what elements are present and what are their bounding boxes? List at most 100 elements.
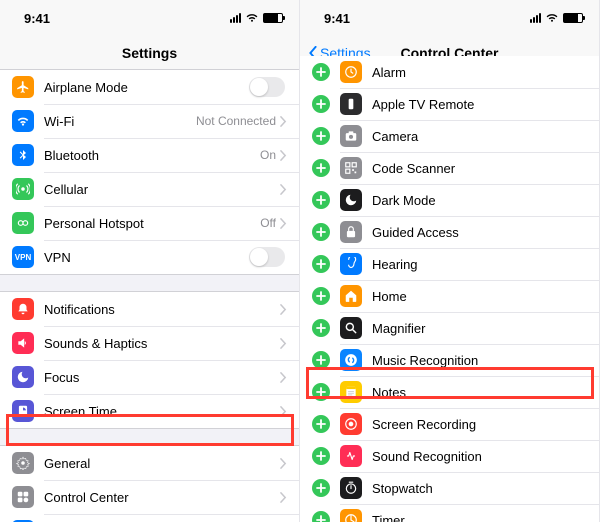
row-notifications[interactable]: Notifications (0, 292, 299, 326)
add-button[interactable] (312, 287, 330, 305)
settings-list[interactable]: Airplane Mode Wi-Fi Not Connected Blueto… (0, 70, 299, 522)
add-button[interactable] (312, 319, 330, 337)
cc-label: Dark Mode (372, 193, 436, 208)
cc-row-apple-tv-remote[interactable]: Apple TV Remote (300, 88, 599, 120)
row-label: Personal Hotspot (44, 216, 260, 231)
add-button[interactable] (312, 127, 330, 145)
chevron-right-icon (280, 218, 287, 229)
row-general[interactable]: General (0, 446, 299, 480)
settings-screen: 9:41 Settings Airplane Mode Wi-Fi Not Co… (0, 0, 300, 522)
row-wifi[interactable]: Wi-Fi Not Connected (0, 104, 299, 138)
row-airplane[interactable]: Airplane Mode (0, 70, 299, 104)
add-button[interactable] (312, 415, 330, 433)
add-button[interactable] (312, 383, 330, 401)
row-bluetooth[interactable]: Bluetooth On (0, 138, 299, 172)
cc-row-timer[interactable]: Timer (300, 504, 599, 522)
cc-label: Stopwatch (372, 481, 433, 496)
vpn-toggle[interactable] (249, 247, 285, 267)
row-detail: On (260, 148, 276, 162)
cc-row-screen-recording[interactable]: Screen Recording (300, 408, 599, 440)
add-button[interactable] (312, 63, 330, 81)
airplane-toggle[interactable] (249, 77, 285, 97)
add-button[interactable] (312, 95, 330, 113)
chevron-right-icon (280, 338, 287, 349)
remote-icon (340, 93, 362, 115)
row-label: Screen Time (44, 404, 280, 419)
screentime-icon (12, 400, 34, 422)
sound-icon (340, 445, 362, 467)
cc-row-hearing[interactable]: Hearing (300, 248, 599, 280)
cc-label: Hearing (372, 257, 418, 272)
cc-row-sound-recognition[interactable]: Sound Recognition (300, 440, 599, 472)
group-notifications: Notifications Sounds & Haptics Focus Scr… (0, 291, 299, 429)
timer-icon (340, 509, 362, 522)
row-label: General (44, 456, 280, 471)
add-button[interactable] (312, 223, 330, 241)
home-icon (340, 285, 362, 307)
cellular-icon (12, 178, 34, 200)
cc-row-notes[interactable]: Notes (300, 376, 599, 408)
add-button[interactable] (312, 159, 330, 177)
qr-icon (340, 157, 362, 179)
cc-row-guided-access[interactable]: Guided Access (300, 216, 599, 248)
group-general: General Control Center AA Display & Brig… (0, 445, 299, 522)
page-title: Settings (122, 45, 177, 61)
notes-icon (340, 381, 362, 403)
group-connectivity: Airplane Mode Wi-Fi Not Connected Blueto… (0, 70, 299, 275)
cc-label: Magnifier (372, 321, 425, 336)
row-screentime[interactable]: Screen Time (0, 394, 299, 428)
chevron-right-icon (280, 372, 287, 383)
add-button[interactable] (312, 479, 330, 497)
row-label: Cellular (44, 182, 280, 197)
ear-icon (340, 253, 362, 275)
airplane-icon (12, 76, 34, 98)
add-button[interactable] (312, 255, 330, 273)
notifications-icon (12, 298, 34, 320)
row-label: Bluetooth (44, 148, 260, 163)
row-controlcenter[interactable]: Control Center (0, 480, 299, 514)
wifi-icon (545, 13, 559, 23)
controlcenter-list[interactable]: Alarm Apple TV Remote Camera Code Scanne… (300, 56, 599, 522)
cc-label: Music Recognition (372, 353, 478, 368)
camera-icon (340, 125, 362, 147)
status-bar: 9:41 (300, 0, 599, 36)
cc-row-music-recognition[interactable]: Music Recognition (300, 344, 599, 376)
status-bar: 9:41 (0, 0, 299, 36)
row-detail: Not Connected (196, 114, 276, 128)
battery-icon (263, 13, 283, 23)
row-label: Focus (44, 370, 280, 385)
chevron-right-icon (280, 150, 287, 161)
add-button[interactable] (312, 351, 330, 369)
add-button[interactable] (312, 447, 330, 465)
cc-row-magnifier[interactable]: Magnifier (300, 312, 599, 344)
cc-row-camera[interactable]: Camera (300, 120, 599, 152)
row-focus[interactable]: Focus (0, 360, 299, 394)
row-sounds[interactable]: Sounds & Haptics (0, 326, 299, 360)
hotspot-icon (12, 212, 34, 234)
row-label: Wi-Fi (44, 114, 196, 129)
record-icon (340, 413, 362, 435)
row-label: Notifications (44, 302, 280, 317)
cc-label: Guided Access (372, 225, 459, 240)
cc-row-alarm[interactable]: Alarm (300, 56, 599, 88)
row-hotspot[interactable]: Personal Hotspot Off (0, 206, 299, 240)
row-label: Airplane Mode (44, 80, 249, 95)
row-display[interactable]: AA Display & Brightness (0, 514, 299, 522)
cc-row-home[interactable]: Home (300, 280, 599, 312)
row-vpn[interactable]: VPN VPN (0, 240, 299, 274)
sounds-icon (12, 332, 34, 354)
status-time: 9:41 (24, 11, 50, 26)
cc-row-stopwatch[interactable]: Stopwatch (300, 472, 599, 504)
cellular-signal-icon (530, 13, 541, 23)
cc-label: Alarm (372, 65, 406, 80)
status-icons (230, 13, 283, 23)
add-button[interactable] (312, 191, 330, 209)
cc-row-code-scanner[interactable]: Code Scanner (300, 152, 599, 184)
cc-label: Apple TV Remote (372, 97, 474, 112)
cc-row-dark-mode[interactable]: Dark Mode (300, 184, 599, 216)
chevron-right-icon (280, 458, 287, 469)
add-button[interactable] (312, 511, 330, 522)
shazam-icon (340, 349, 362, 371)
cc-label: Notes (372, 385, 406, 400)
row-cellular[interactable]: Cellular (0, 172, 299, 206)
